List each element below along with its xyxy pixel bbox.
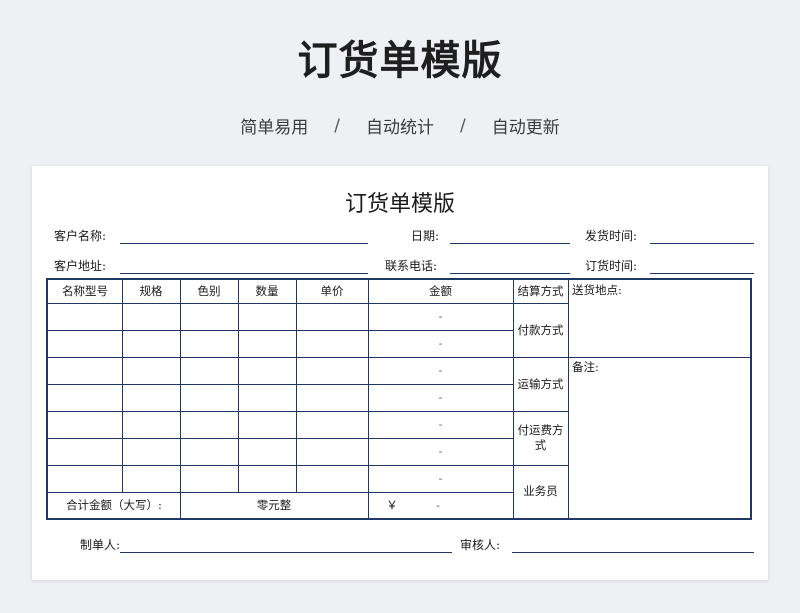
amount-cell: - — [438, 418, 443, 431]
order-table: 名称型号 规格 色别 数量 单价 金额 结算方式 - - - - - - - 付… — [46, 278, 752, 520]
amount-cell: - — [438, 310, 443, 323]
total-amount: - — [436, 498, 440, 512]
freight-payment-label: 付运费方式 — [517, 423, 564, 452]
date-field[interactable] — [450, 243, 570, 244]
reviewer-label: 审核人: — [460, 538, 501, 552]
ship-time-label: 发货时间: — [585, 229, 638, 243]
remarks-label: 备注: — [572, 360, 599, 374]
order-time-label: 订货时间: — [585, 259, 638, 273]
feature-auto-stats: 自动统计 — [366, 118, 434, 138]
form-title: 订货单模版 — [344, 192, 455, 217]
date-label: 日期: — [411, 229, 440, 243]
payment-method-label: 付款方式 — [517, 322, 564, 337]
phone-label: 联系电话: — [385, 259, 438, 273]
ship-time-field[interactable] — [650, 243, 754, 244]
header-quantity: 数量 — [255, 284, 279, 298]
maker-label: 制单人: — [80, 538, 121, 552]
header-model: 名称型号 — [62, 284, 108, 298]
separator: / — [334, 115, 340, 136]
customer-address-field[interactable] — [120, 273, 368, 274]
amount-cell: - — [438, 337, 443, 350]
feature-auto-update: 自动更新 — [491, 118, 560, 138]
customer-address-label: 客户地址: — [54, 259, 107, 273]
amount-cell: - — [438, 364, 443, 377]
header-unit-price: 单价 — [320, 284, 344, 298]
hero-title: 订货单模版 — [297, 38, 503, 84]
amount-cell: - — [438, 472, 443, 485]
separator: / — [460, 115, 466, 136]
header-amount: 金额 — [429, 284, 452, 298]
salesperson-label: 业务员 — [523, 484, 558, 498]
maker-field[interactable] — [120, 552, 452, 553]
total-in-words: 零元整 — [256, 497, 292, 512]
header-settlement: 结算方式 — [517, 284, 564, 298]
order-form-sheet: 订货单模版 客户名称: 日期: 发货时间: 客户地址: 联系电话: 订货时间: — [32, 166, 768, 580]
feature-easy: 简单易用 — [240, 118, 309, 138]
order-time-field[interactable] — [650, 273, 754, 274]
currency-symbol: ￥ — [386, 497, 398, 512]
feature-list: 简单易用 / 自动统计 / 自动更新 — [0, 113, 800, 139]
total-label: 合计金额（大写）: — [66, 497, 162, 512]
amount-cell: - — [438, 391, 443, 404]
delivery-location-label: 送货地点: — [572, 283, 622, 297]
reviewer-field[interactable] — [512, 552, 754, 553]
customer-name-label: 客户名称: — [54, 229, 107, 243]
header-color: 色别 — [197, 284, 221, 298]
header-spec: 规格 — [139, 284, 163, 298]
amount-cell: - — [438, 445, 443, 458]
shipping-method-label: 运输方式 — [517, 376, 564, 391]
customer-name-field[interactable] — [120, 243, 368, 244]
phone-field[interactable] — [450, 273, 570, 274]
